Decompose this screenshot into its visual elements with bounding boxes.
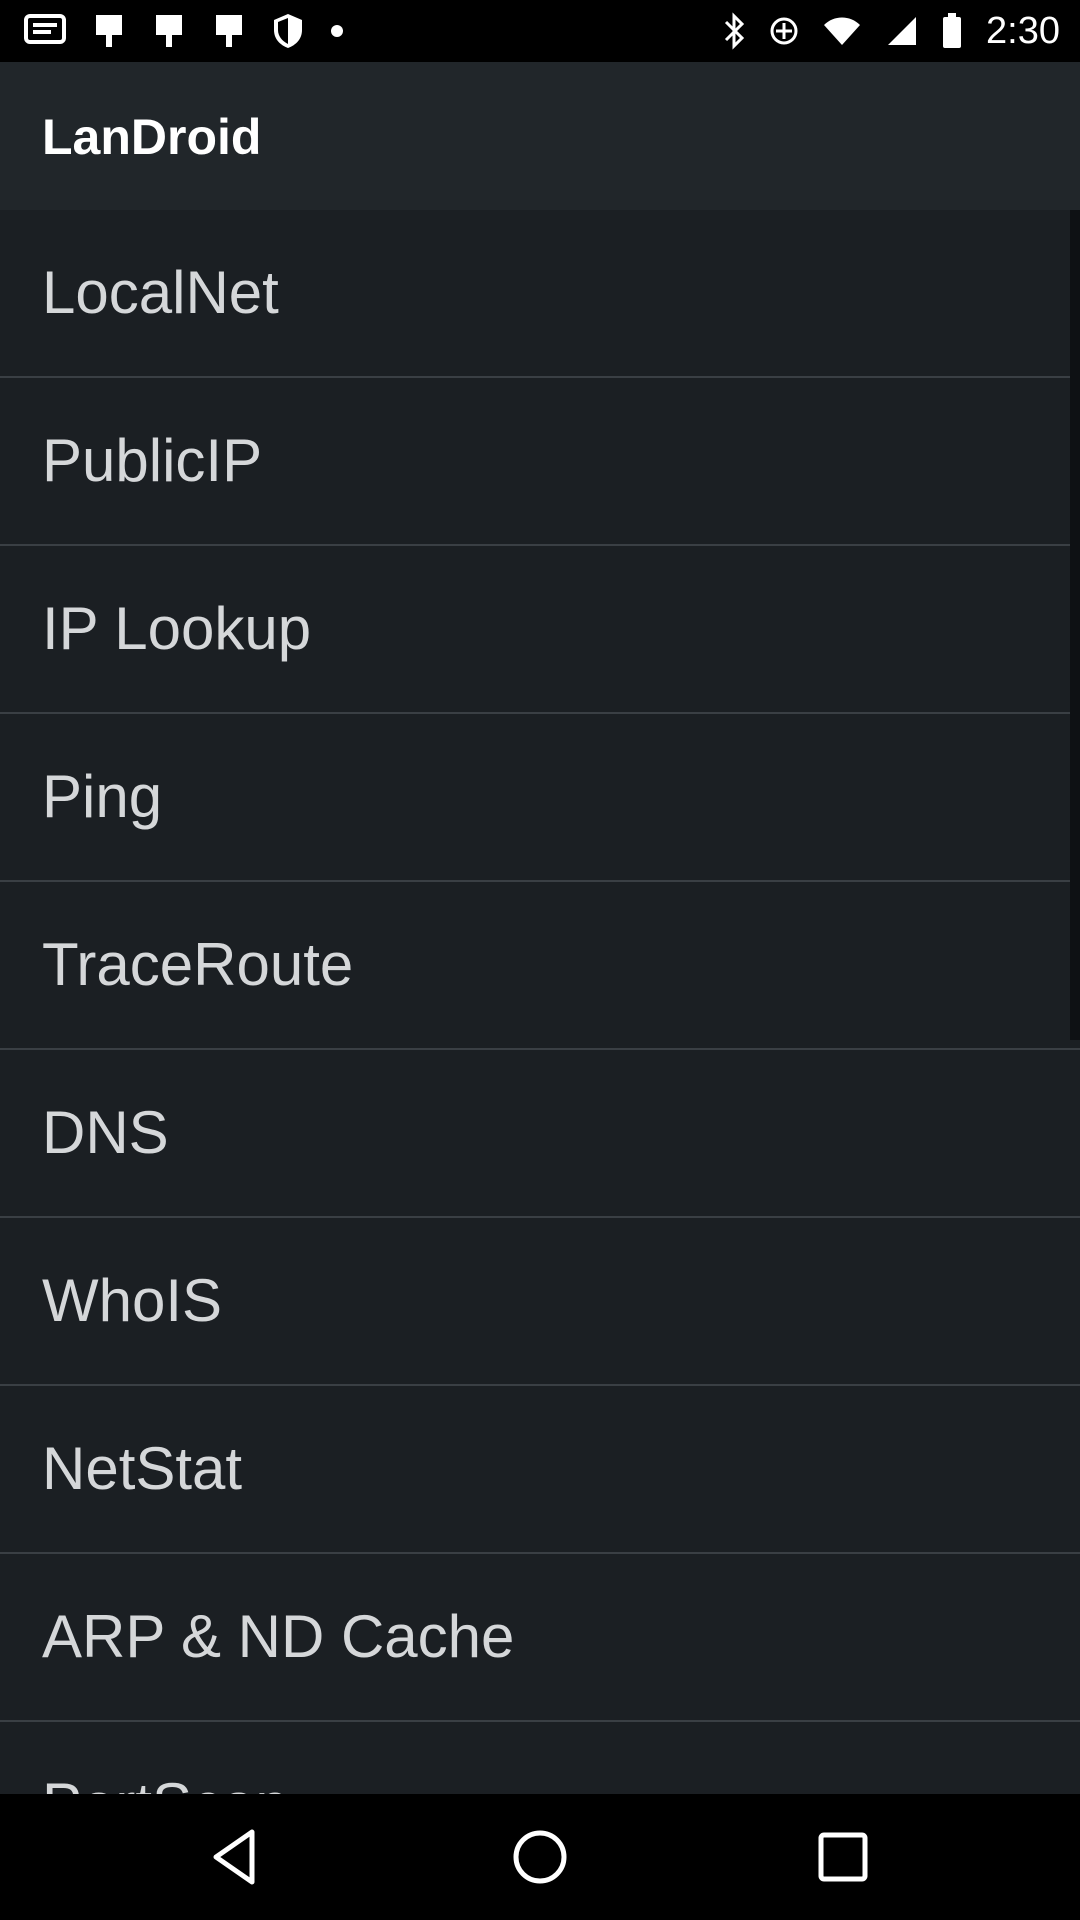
menu-item-ip-lookup[interactable]: IP Lookup <box>0 546 1080 714</box>
battery-saver-icon <box>770 17 798 45</box>
message-icon <box>24 14 66 44</box>
menu-item-whois[interactable]: WhoIS <box>0 1218 1080 1386</box>
status-bar: 2:30 <box>0 0 1080 62</box>
menu-item-label: IP Lookup <box>42 595 312 662</box>
menu-item-label: TraceRoute <box>42 931 354 998</box>
menu-item-label: WhoIS <box>42 1267 223 1334</box>
menu-item-localnet[interactable]: LocalNet <box>0 210 1080 378</box>
menu-item-label: DNS <box>42 1099 169 1166</box>
menu-item-label: Ping <box>42 763 163 830</box>
signal-icon <box>888 17 917 45</box>
status-left-icons <box>24 10 344 52</box>
vpn-shield-icon <box>274 14 302 48</box>
menu-item-ping[interactable]: Ping <box>0 714 1080 882</box>
recents-icon[interactable] <box>812 1826 874 1888</box>
back-icon[interactable] <box>206 1826 268 1888</box>
bluetooth-icon <box>724 12 745 50</box>
status-right-icons: 2:30 <box>722 10 1060 52</box>
menu-item-label: PortScan <box>42 1770 289 1794</box>
app-bar: LanDroid <box>0 62 1080 210</box>
menu-item-arp-nd-cache[interactable]: ARP & ND Cache <box>0 1554 1080 1722</box>
menu-item-netstat[interactable]: NetStat <box>0 1386 1080 1554</box>
menu-item-publicip[interactable]: PublicIP <box>0 378 1080 546</box>
menu-item-portscan[interactable]: PortScan <box>0 1722 1080 1794</box>
menu-item-dns[interactable]: DNS <box>0 1050 1080 1218</box>
navigation-bar <box>0 1794 1080 1920</box>
menu-item-label: ARP & ND Cache <box>42 1603 515 1670</box>
battery-icon <box>943 13 962 48</box>
app-title: LanDroid <box>42 109 262 165</box>
notification-icon <box>156 15 182 47</box>
dot-icon <box>331 25 343 37</box>
tools-menu-list[interactable]: LocalNet PublicIP IP Lookup Ping TraceRo… <box>0 210 1080 1794</box>
notification-icon <box>96 15 122 47</box>
status-time: 2:30 <box>986 9 1060 52</box>
menu-item-label: PublicIP <box>42 427 263 494</box>
scrollbar[interactable] <box>1070 210 1080 1040</box>
notification-icon <box>216 15 242 47</box>
menu-item-label: LocalNet <box>42 259 279 326</box>
menu-item-label: NetStat <box>42 1435 243 1502</box>
wifi-icon <box>824 17 861 45</box>
home-icon[interactable] <box>509 1826 571 1888</box>
menu-item-traceroute[interactable]: TraceRoute <box>0 882 1080 1050</box>
